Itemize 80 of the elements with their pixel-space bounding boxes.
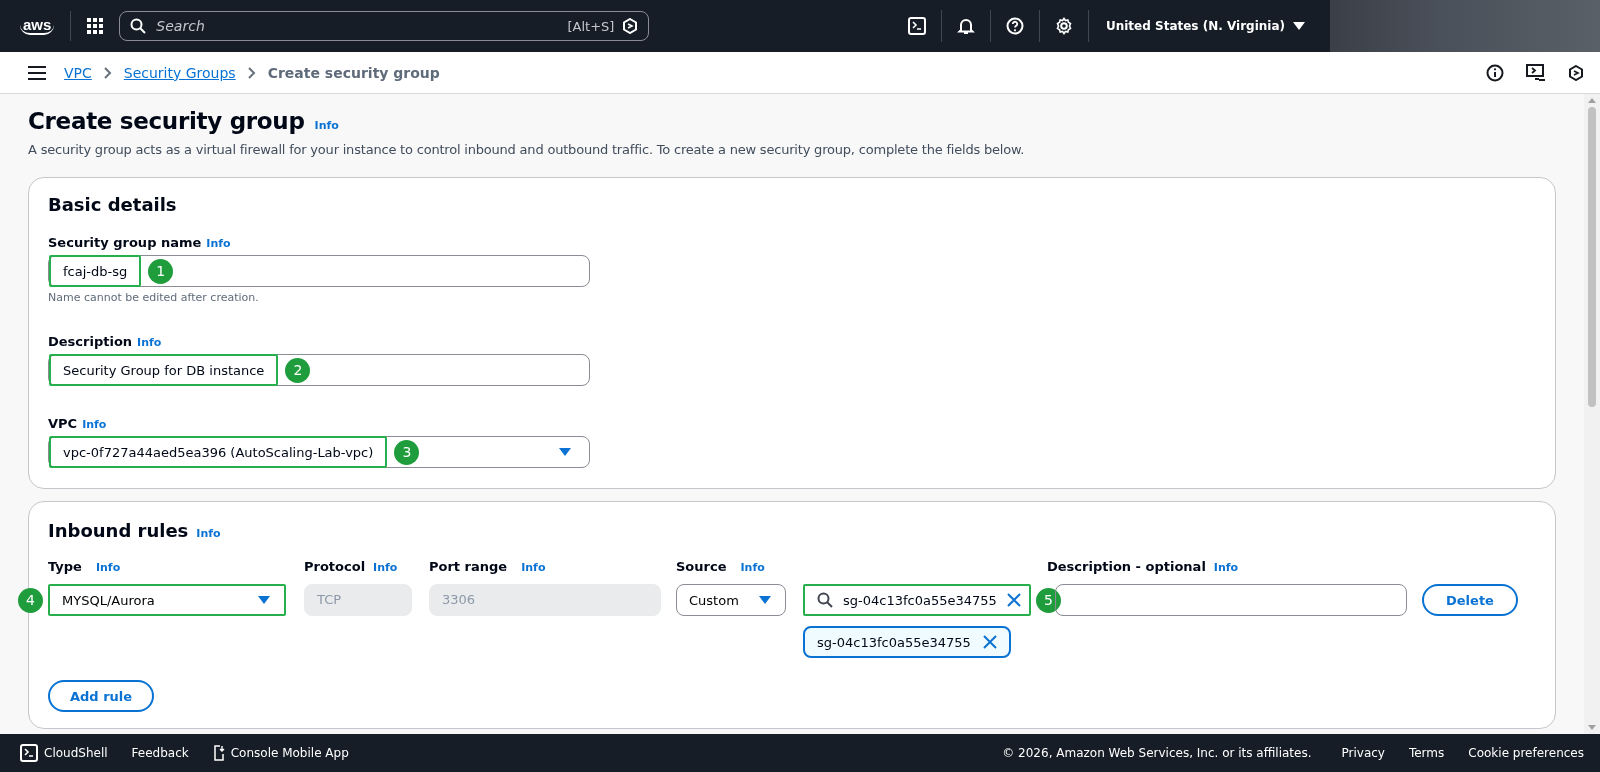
remove-icon[interactable]: [982, 635, 997, 649]
source-dropdown[interactable]: Custom: [676, 584, 786, 616]
delete-button[interactable]: Delete: [1422, 584, 1518, 616]
info-link[interactable]: Info: [82, 418, 107, 431]
source-token[interactable]: sg-04c13fc0a55e34755: [803, 626, 1011, 658]
field-value: Security Group for DB instance: [49, 354, 279, 386]
settings-icon[interactable]: [1054, 17, 1073, 35]
vpc-dropdown[interactable]: vpc-0f727a44aed5ea396 (AutoScaling-Lab-vpc) 3: [48, 436, 590, 468]
callout-number: 5: [1036, 587, 1061, 613]
grid-icon[interactable]: [87, 18, 104, 34]
text-field[interactable]: fcaj-db-sg 1: [48, 255, 590, 287]
scrollbar[interactable]: [1584, 94, 1600, 734]
footer-link[interactable]: Feedback: [131, 746, 189, 760]
info-link[interactable]: Info: [137, 336, 162, 349]
caret-icon: [559, 448, 571, 456]
footer-link[interactable]: Cookie preferences: [1468, 746, 1584, 760]
clear-icon[interactable]: [1006, 593, 1021, 607]
page-description: A security group acts as a virtual firewall for your instance to control inbound and outbound traffic. To create a new security group, complete the fields below.: [28, 142, 1026, 157]
field-label: Security group name: [48, 235, 202, 250]
chevron-icon: [103, 66, 112, 79]
breadcrumb-link[interactable]: VPC: [64, 64, 92, 81]
caret-icon: [258, 596, 270, 604]
description-field[interactable]: [1055, 584, 1407, 616]
callout-number: 3: [394, 439, 420, 465]
field-hint: Name cannot be edited after creation.: [48, 291, 260, 304]
field-value: vpc-0f727a44aed5ea396 (AutoScaling-Lab-vpc): [49, 436, 388, 468]
footer-link[interactable]: Terms: [1408, 746, 1445, 760]
monitor-icon[interactable]: [1526, 63, 1546, 82]
footer-link[interactable]: Console Mobile App: [212, 745, 349, 761]
region-selector[interactable]: United States (N. Virginia): [1103, 19, 1315, 33]
info-link[interactable]: Info: [521, 561, 546, 574]
search-icon: [817, 592, 833, 608]
terminal-icon[interactable]: [907, 17, 926, 35]
column-heading: Port range: [429, 559, 508, 574]
hexagon-icon[interactable]: [1568, 64, 1584, 81]
copyright-text: © 2026, Amazon Web Services, Inc. or its affiliates.: [1002, 746, 1312, 760]
text-field[interactable]: Security Group for DB instance 2: [48, 354, 590, 386]
type-dropdown[interactable]: MYSQL/Aurora: [48, 584, 286, 616]
callout-number: 4: [18, 587, 43, 613]
field-label: VPC: [48, 416, 78, 431]
hexagon-icon: [622, 18, 639, 34]
footer-link[interactable]: Privacy: [1341, 746, 1385, 760]
column-heading: Protocol: [304, 559, 366, 574]
info-link[interactable]: Info: [206, 237, 231, 250]
column-heading: Source: [676, 559, 727, 574]
phone-icon: [212, 745, 225, 761]
aws-logo[interactable]: aws: [20, 17, 55, 35]
add-rule-button[interactable]: Add rule: [48, 680, 155, 712]
callout-number: 1: [148, 258, 174, 284]
field-label: Description: [48, 334, 133, 349]
caret-icon: [1293, 22, 1305, 30]
caret-icon: [759, 596, 771, 604]
search-field[interactable]: Search [Alt+S]: [119, 11, 650, 41]
info-link[interactable]: Info: [196, 527, 221, 540]
shortcut-hint: [Alt+S]: [567, 18, 615, 34]
info-icon[interactable]: [1486, 63, 1504, 82]
column-heading: Description - optional: [1047, 559, 1206, 574]
section-heading: Inbound rules: [48, 520, 189, 541]
help-icon[interactable]: [1005, 17, 1024, 35]
field-value: fcaj-db-sg: [49, 255, 142, 287]
source-search-field[interactable]: sg-04c13fc0a55e34755: [803, 584, 1031, 616]
info-link[interactable]: Info: [373, 561, 398, 574]
chevron-icon: [247, 66, 256, 79]
info-link[interactable]: Info: [95, 561, 121, 574]
footer-link[interactable]: CloudShell: [20, 744, 108, 762]
page-title: Create security group: [28, 108, 305, 134]
callout-number: 2: [285, 357, 311, 383]
breadcrumb-current: Create security group: [267, 64, 440, 81]
section-heading: Basic details: [48, 194, 178, 215]
column-heading: Type: [48, 559, 82, 574]
info-link[interactable]: Info: [740, 561, 765, 574]
search-icon: [130, 18, 147, 34]
info-link[interactable]: Info: [1213, 561, 1239, 574]
menu-icon[interactable]: [28, 65, 46, 80]
breadcrumb-link[interactable]: Security Groups: [123, 64, 236, 81]
info-link[interactable]: Info: [314, 119, 339, 132]
search-input[interactable]: Search: [154, 17, 560, 35]
bell-icon[interactable]: [956, 17, 975, 35]
scrollbar-thumb[interactable]: [1588, 107, 1596, 407]
terminal-icon: [20, 744, 38, 762]
